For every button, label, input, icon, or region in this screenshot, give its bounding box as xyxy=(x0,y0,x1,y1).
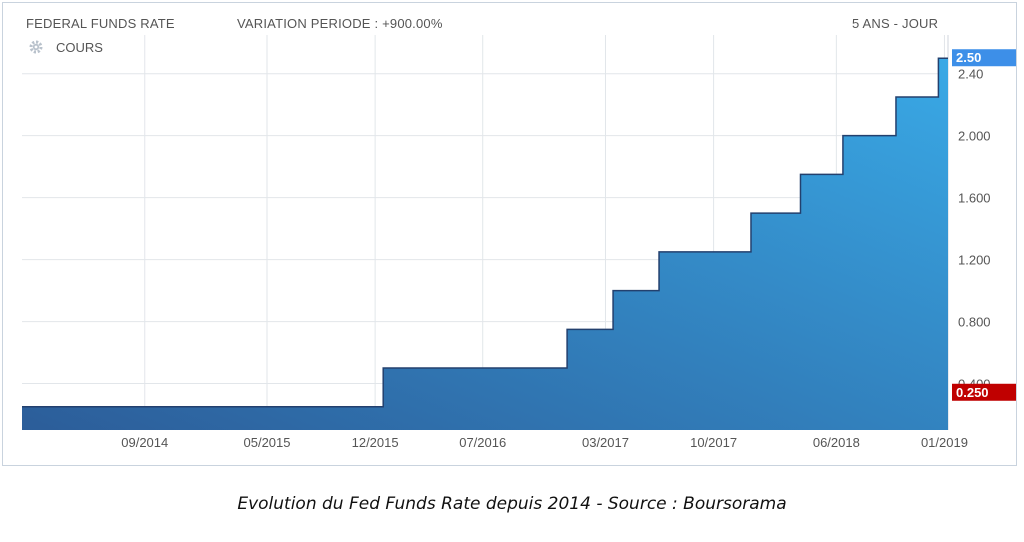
last-value-label: 2.50 xyxy=(956,50,981,65)
y-tick-label: 2.000 xyxy=(958,129,991,144)
x-tick-label: 07/2016 xyxy=(459,435,506,450)
x-tick-label: 06/2018 xyxy=(813,435,860,450)
x-tick-label: 10/2017 xyxy=(690,435,737,450)
y-tick-label: 1.200 xyxy=(958,253,991,268)
x-tick-label: 03/2017 xyxy=(582,435,629,450)
x-tick-label: 12/2015 xyxy=(352,435,399,450)
y-tick-label: 2.40 xyxy=(958,67,983,82)
min-value-label: 0.250 xyxy=(956,385,989,400)
x-tick-label: 01/2019 xyxy=(921,435,968,450)
y-tick-label: 0.800 xyxy=(958,315,991,330)
series-area-cours xyxy=(22,58,948,431)
x-tick-label: 09/2014 xyxy=(121,435,168,450)
chart-plot: 0.4000.8001.2001.6002.0002.4009/201405/2… xyxy=(22,35,1016,450)
x-tick-label: 05/2015 xyxy=(244,435,291,450)
figure-caption: Evolution du Fed Funds Rate depuis 2014 … xyxy=(237,494,787,514)
y-tick-label: 1.600 xyxy=(958,191,991,206)
